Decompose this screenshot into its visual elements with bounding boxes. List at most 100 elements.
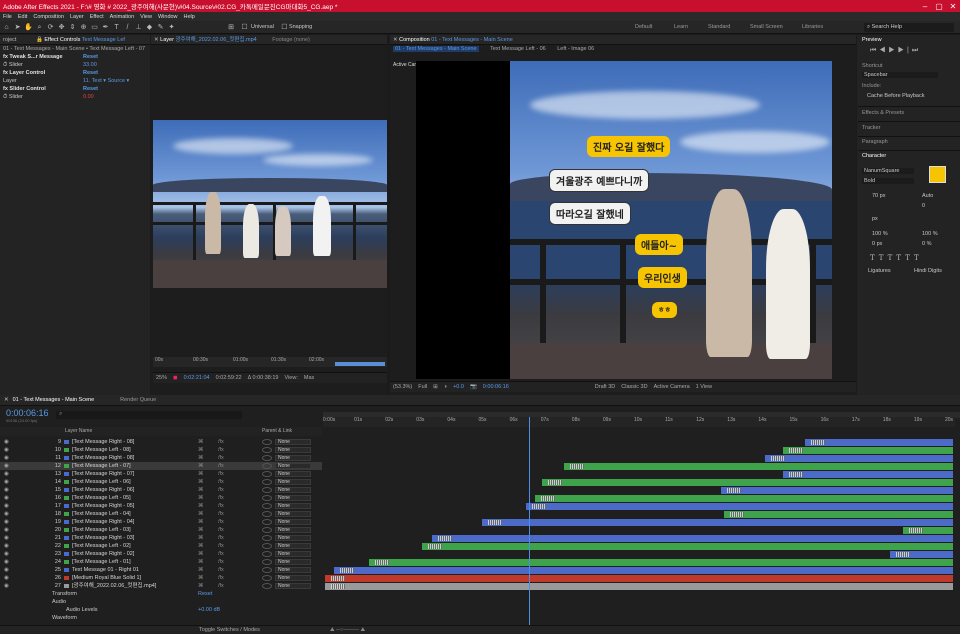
- layer-name-header[interactable]: Layer Name: [65, 427, 92, 436]
- keyframe-marker[interactable]: [331, 575, 345, 581]
- comp-view-layout[interactable]: 1 View: [693, 384, 715, 390]
- grid-icon[interactable]: ⊞: [430, 384, 441, 390]
- keyframe-marker[interactable]: [531, 503, 546, 509]
- shy-switch-icon[interactable]: ⌘: [198, 518, 204, 526]
- timeline-tab[interactable]: 01 - Text Messages - Main Scene: [13, 397, 95, 403]
- layer-duration-bar[interactable]: [723, 510, 953, 518]
- label-color-swatch[interactable]: [64, 520, 69, 524]
- layer-row[interactable]: ◉ 19 [Text Message Right - 04] ⌘ /fx None: [0, 518, 322, 526]
- tracker-tab[interactable]: Tracker: [862, 125, 880, 131]
- effects-presets-tab[interactable]: Effects & Presets: [862, 110, 904, 116]
- type-tool-icon[interactable]: T: [112, 23, 121, 32]
- shy-switch-icon[interactable]: ⌘: [198, 566, 204, 574]
- visibility-eye-icon[interactable]: ◉: [4, 518, 9, 526]
- layer-row[interactable]: ◉ 18 [Text Message Left - 04] ⌘ /fx None: [0, 510, 322, 518]
- layer-name[interactable]: [Text Message Left - 06]: [72, 478, 131, 486]
- home-icon[interactable]: ⌂: [2, 23, 11, 32]
- font-size-field[interactable]: 70 px: [872, 193, 885, 199]
- layer-row[interactable]: ◉ 22 [Text Message Left - 02] ⌘ /fx None: [0, 542, 322, 550]
- chat-bubble-white[interactable]: 따라오길 잘했네: [549, 202, 631, 225]
- font-style-select[interactable]: Bold: [862, 178, 914, 184]
- tsume-field[interactable]: 0 %: [922, 241, 931, 247]
- shy-switch-icon[interactable]: ⌘: [198, 510, 204, 518]
- label-color-swatch[interactable]: [64, 464, 69, 468]
- dolly-tool-icon[interactable]: ⇕: [68, 23, 77, 32]
- keyframe-marker[interactable]: [770, 455, 785, 461]
- layer-zoom[interactable]: 25%: [153, 375, 170, 381]
- brush-tool-icon[interactable]: /: [123, 23, 132, 32]
- pick-whip-icon[interactable]: [262, 511, 272, 517]
- composition-tab[interactable]: Composition: [399, 37, 430, 43]
- preview-panel-title[interactable]: Preview: [862, 37, 882, 43]
- pick-whip-icon[interactable]: [262, 447, 272, 453]
- pick-whip-icon[interactable]: [262, 519, 272, 525]
- layer-name[interactable]: [Text Message Right - 05]: [72, 502, 134, 510]
- pick-whip-icon[interactable]: [262, 439, 272, 445]
- keyframe-marker[interactable]: [331, 583, 345, 589]
- workspace-libraries[interactable]: Libraries: [802, 21, 823, 34]
- fx-switch-icon[interactable]: /fx: [218, 446, 224, 454]
- current-time-indicator[interactable]: [529, 417, 530, 627]
- layer-duration-bar[interactable]: [422, 542, 953, 550]
- comp-timecode[interactable]: 0:00:06:16: [480, 384, 512, 390]
- visibility-eye-icon[interactable]: ◉: [4, 502, 9, 510]
- parent-select[interactable]: None: [275, 543, 311, 549]
- layer-row[interactable]: ◉ 16 [Text Message Left - 05] ⌘ /fx None: [0, 494, 322, 502]
- keyframe-marker[interactable]: [428, 543, 443, 549]
- render-queue-tab[interactable]: Render Queue: [120, 397, 156, 403]
- ligatures-checkbox[interactable]: Ligatures: [868, 268, 891, 274]
- tracking-field[interactable]: 0: [922, 203, 925, 209]
- parent-select[interactable]: None: [275, 487, 311, 493]
- pan-behind-icon[interactable]: ⊕: [79, 23, 88, 32]
- label-color-swatch[interactable]: [64, 448, 69, 452]
- visibility-eye-icon[interactable]: ◉: [4, 558, 9, 566]
- property-row[interactable]: Audio Levels +0.00 dB: [0, 606, 322, 614]
- shy-switch-icon[interactable]: ⌘: [198, 534, 204, 542]
- parent-select[interactable]: None: [275, 479, 311, 485]
- layer-row[interactable]: ◉ 20 [Text Message Left - 03] ⌘ /fx None: [0, 526, 322, 534]
- parent-select[interactable]: None: [275, 439, 311, 445]
- project-tab[interactable]: roject: [3, 37, 16, 43]
- pick-whip-icon[interactable]: [262, 479, 272, 485]
- visibility-eye-icon[interactable]: ◉: [4, 582, 9, 590]
- puppet-tool-icon[interactable]: ✦: [167, 23, 176, 32]
- menu-layer[interactable]: Layer: [67, 14, 87, 20]
- fx-switch-icon[interactable]: /fx: [218, 462, 224, 470]
- shy-switch-icon[interactable]: ⌘: [198, 454, 204, 462]
- keyframe-marker[interactable]: [896, 551, 911, 557]
- zoom-tool-icon[interactable]: ⌕: [35, 23, 44, 32]
- keyframe-marker[interactable]: [789, 447, 804, 453]
- menu-file[interactable]: File: [0, 14, 15, 20]
- parent-select[interactable]: None: [275, 575, 311, 581]
- maximize-icon[interactable]: ▢: [932, 2, 946, 11]
- parent-select[interactable]: None: [275, 511, 311, 517]
- property-row[interactable]: Waveform: [0, 614, 322, 622]
- label-color-swatch[interactable]: [64, 496, 69, 500]
- visibility-eye-icon[interactable]: ◉: [4, 526, 9, 534]
- menu-view[interactable]: View: [137, 14, 155, 20]
- layer-duration-bar[interactable]: [334, 566, 953, 574]
- visibility-eye-icon[interactable]: ◉: [4, 574, 9, 582]
- snapping-toggle[interactable]: ☐: [280, 23, 289, 32]
- layer-footage-image[interactable]: [153, 120, 387, 288]
- timeline-zoom-slider[interactable]: ⛰ ─○──── ⛰: [330, 627, 365, 634]
- fx-switch-icon[interactable]: /fx: [218, 510, 224, 518]
- effect-value[interactable]: Reset: [83, 85, 98, 93]
- timeline-close-icon[interactable]: ✕: [0, 397, 13, 403]
- text-style-buttons[interactable]: TTTTTT: [870, 254, 923, 262]
- label-color-swatch[interactable]: [64, 488, 69, 492]
- shortcut-select[interactable]: Spacebar: [862, 72, 938, 78]
- hindi-digits-checkbox[interactable]: Hindi Digits: [914, 268, 942, 274]
- timeline-timecode[interactable]: 0:00:06:16: [6, 408, 49, 418]
- layer-duration-bar[interactable]: [431, 534, 953, 542]
- fx-switch-icon[interactable]: /fx: [218, 582, 224, 590]
- layer-row[interactable]: ◉ 26 [Medium Royal Blue Solid 1] ⌘ /fx None: [0, 574, 322, 582]
- layer-name[interactable]: [Text Message Left - 08]: [72, 446, 131, 454]
- layer-name[interactable]: [Text Message Right - 04]: [72, 518, 134, 526]
- snapshot-icon[interactable]: 📷: [467, 384, 480, 390]
- layer-duration-bar[interactable]: [720, 486, 953, 494]
- comp-classic-3d[interactable]: Classic 3D: [618, 384, 650, 390]
- keyframe-marker[interactable]: [541, 495, 556, 501]
- label-color-swatch[interactable]: [64, 576, 69, 580]
- playback-controls[interactable]: ⏮◀▶▶|⏭: [870, 47, 921, 55]
